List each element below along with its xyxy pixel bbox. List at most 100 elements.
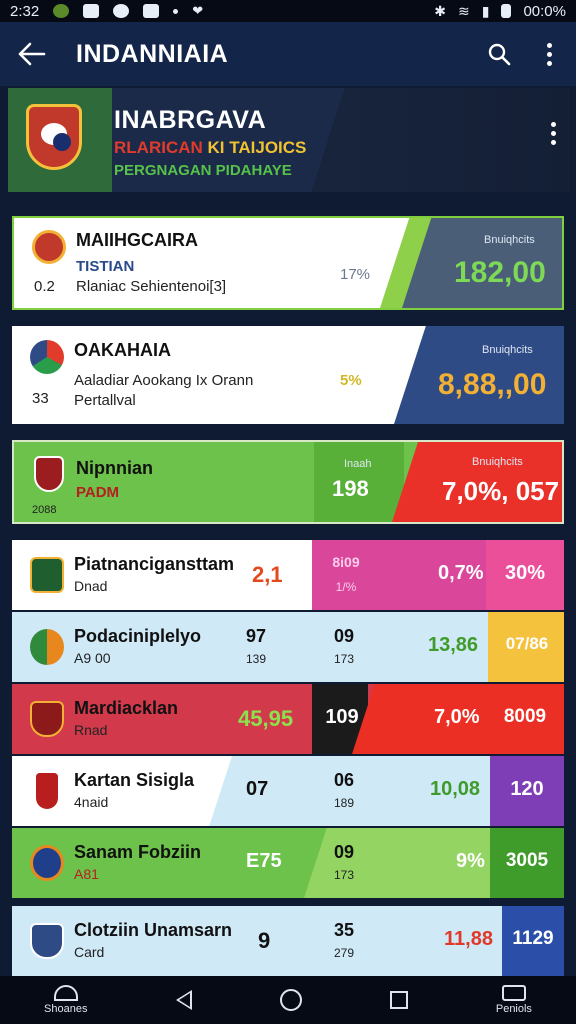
table-row[interactable]: Piatnancigansttam Dnad 2,1 8i09 1/% 0,7%…	[12, 540, 564, 610]
stat-col4: 07/86	[505, 634, 549, 653]
team-percent: 17%	[340, 266, 371, 283]
stat-col1: E75	[246, 850, 282, 872]
team-name: Kartan Sisigla	[74, 770, 195, 790]
team-logo	[34, 456, 64, 492]
team-desc-2: Pertallval	[74, 392, 136, 409]
team-name: Mardiacklan	[74, 698, 179, 718]
team-sub: A81	[74, 866, 99, 882]
search-icon[interactable]	[487, 42, 511, 66]
home-circle-icon	[279, 989, 302, 1011]
table-row[interactable]: Kartan Sisigla 4naid 07 06 189 10,08 120	[12, 756, 564, 826]
team-name: Piatnancigansttam	[74, 554, 235, 574]
team-name: Nipnnian	[76, 458, 153, 478]
banner-subtitle: RLARICAN KI TAIJOICS	[114, 138, 307, 157]
table-row[interactable]: Sanam Fobziin A81 E75 09 173 9% 3005	[12, 828, 564, 898]
team-tag: PADM	[76, 484, 120, 501]
stat-col3: 11,88	[444, 928, 493, 950]
stat-col3: 10,08	[430, 778, 481, 800]
team-desc: Aaladiar Aookang Ix Orann	[74, 372, 254, 389]
status-time: 2:32	[10, 2, 40, 20]
stat-col1: 9	[258, 928, 271, 953]
stat-col2-sub: 279	[333, 946, 355, 960]
stat-col2-sub: 173	[333, 652, 355, 666]
whatsapp-icon	[53, 4, 70, 18]
status-clock-right: 00:0%	[523, 2, 566, 20]
team-sub: Card	[74, 944, 105, 960]
nav-profile-label: Peniols	[495, 1003, 532, 1015]
team-percent: 5%	[340, 372, 362, 389]
stat-col4: 120	[510, 778, 544, 800]
team-logo	[30, 923, 64, 959]
mid-value: 198	[332, 476, 369, 501]
recents-square-icon	[389, 991, 408, 1009]
team-rank: 2088	[32, 504, 57, 516]
team-banner: INABRGAVA RLARICAN KI TAIJOICS PERGNAGAN…	[8, 88, 570, 192]
status-bar: 2:32 ❤ ✱ ≋ ▮ 00:0%	[0, 0, 576, 22]
stat-label: Bnuiqhcits	[472, 456, 523, 468]
stat-col2: 09	[333, 626, 355, 646]
team-rank: 0.2	[34, 278, 55, 295]
wifi-icon: ≋	[458, 2, 470, 19]
team-sub: 4naid	[74, 794, 109, 810]
stat-col4: 30%	[504, 562, 546, 584]
team-logo	[36, 773, 58, 809]
dot-icon	[173, 8, 179, 14]
heart-icon: ❤	[192, 3, 204, 18]
team-logo	[32, 230, 66, 264]
stat-col3: 0,7%	[438, 562, 484, 584]
team-card[interactable]: Nipnnian PADM 2088 Inaah 198 Bnuiqhcits …	[12, 440, 564, 524]
stat-col1: 97	[245, 626, 267, 646]
team-sub: Rnad	[74, 722, 108, 738]
stat-col1: 45,95	[238, 706, 294, 731]
profile-icon	[501, 985, 526, 1001]
table-row[interactable]: Podaciniplelyo A9 00 97 139 09 173 13,86…	[12, 612, 564, 682]
app-bar: INDANNIAIA	[0, 22, 576, 86]
stat-col1-sub: 139	[245, 652, 267, 666]
app-icon	[143, 4, 160, 18]
nav-home-button[interactable]	[279, 989, 302, 1011]
nav-back-button[interactable]	[175, 990, 192, 1010]
stat-value: 8,88,,00	[438, 368, 547, 401]
photo-icon	[83, 4, 100, 18]
more-options-icon[interactable]	[547, 42, 552, 66]
stat-col3: 9%	[456, 850, 485, 872]
mid-label: Inaah	[344, 458, 372, 470]
team-tag: TISTIAN	[76, 258, 135, 275]
team-name: Podaciniplelyo	[74, 626, 202, 646]
team-name: OAKAHAIA	[74, 340, 171, 360]
stat-label: Bnuiqhcits	[484, 234, 535, 246]
stat-col2: 8i09	[332, 554, 360, 570]
page-title: INDANNIAIA	[76, 39, 229, 68]
team-desc: Rlaniac Sehientenoi[3]	[76, 278, 227, 295]
nav-profile[interactable]: Peniols	[496, 985, 532, 1015]
back-arrow-icon[interactable]	[0, 42, 64, 66]
stat-col2: 35	[333, 920, 355, 940]
bottom-nav: Shoanes Peniols	[0, 976, 576, 1024]
stat-col4: 8009	[503, 706, 547, 727]
team-name: Clotziin Unamsarn	[74, 920, 233, 940]
team-sub: A9 00	[74, 650, 111, 666]
team-rank: 33	[32, 390, 49, 407]
team-logo	[30, 629, 64, 665]
team-card[interactable]: MAIIHGCAIRA TISTIAN 0.2 Rlaniac Sehiente…	[12, 216, 564, 310]
nav-recents-button[interactable]	[389, 991, 408, 1009]
table-row[interactable]: Mardiacklan Rnad 45,95 109 7,0% 8009	[12, 684, 564, 754]
settings-icon	[113, 4, 130, 18]
banner-title: INABRGAVA	[114, 106, 267, 134]
stat-col4: 1129	[512, 928, 554, 949]
battery-icon	[501, 4, 512, 18]
team-card[interactable]: OAKAHAIA Aaladiar Aookang Ix Orann 33 Pe…	[12, 326, 564, 424]
stat-value: 7,0%, 057	[442, 476, 560, 506]
team-logo	[30, 557, 64, 593]
team-logo	[30, 701, 64, 737]
banner-caption: PERGNAGAN PIDAHAYE	[114, 162, 292, 179]
table-row[interactable]: Clotziin Unamsarn Card 9 35 279 11,88 11…	[12, 906, 564, 976]
stat-col3: 7,0%	[434, 706, 480, 728]
stat-col1: 07	[246, 778, 269, 800]
stat-col4: 3005	[505, 850, 549, 871]
nav-home[interactable]: Shoanes	[44, 985, 87, 1015]
team-logo	[30, 340, 64, 374]
banner-more-icon[interactable]	[551, 122, 556, 145]
stat-col2-sub: 173	[333, 868, 355, 882]
bluetooth-icon: ✱	[434, 2, 446, 19]
